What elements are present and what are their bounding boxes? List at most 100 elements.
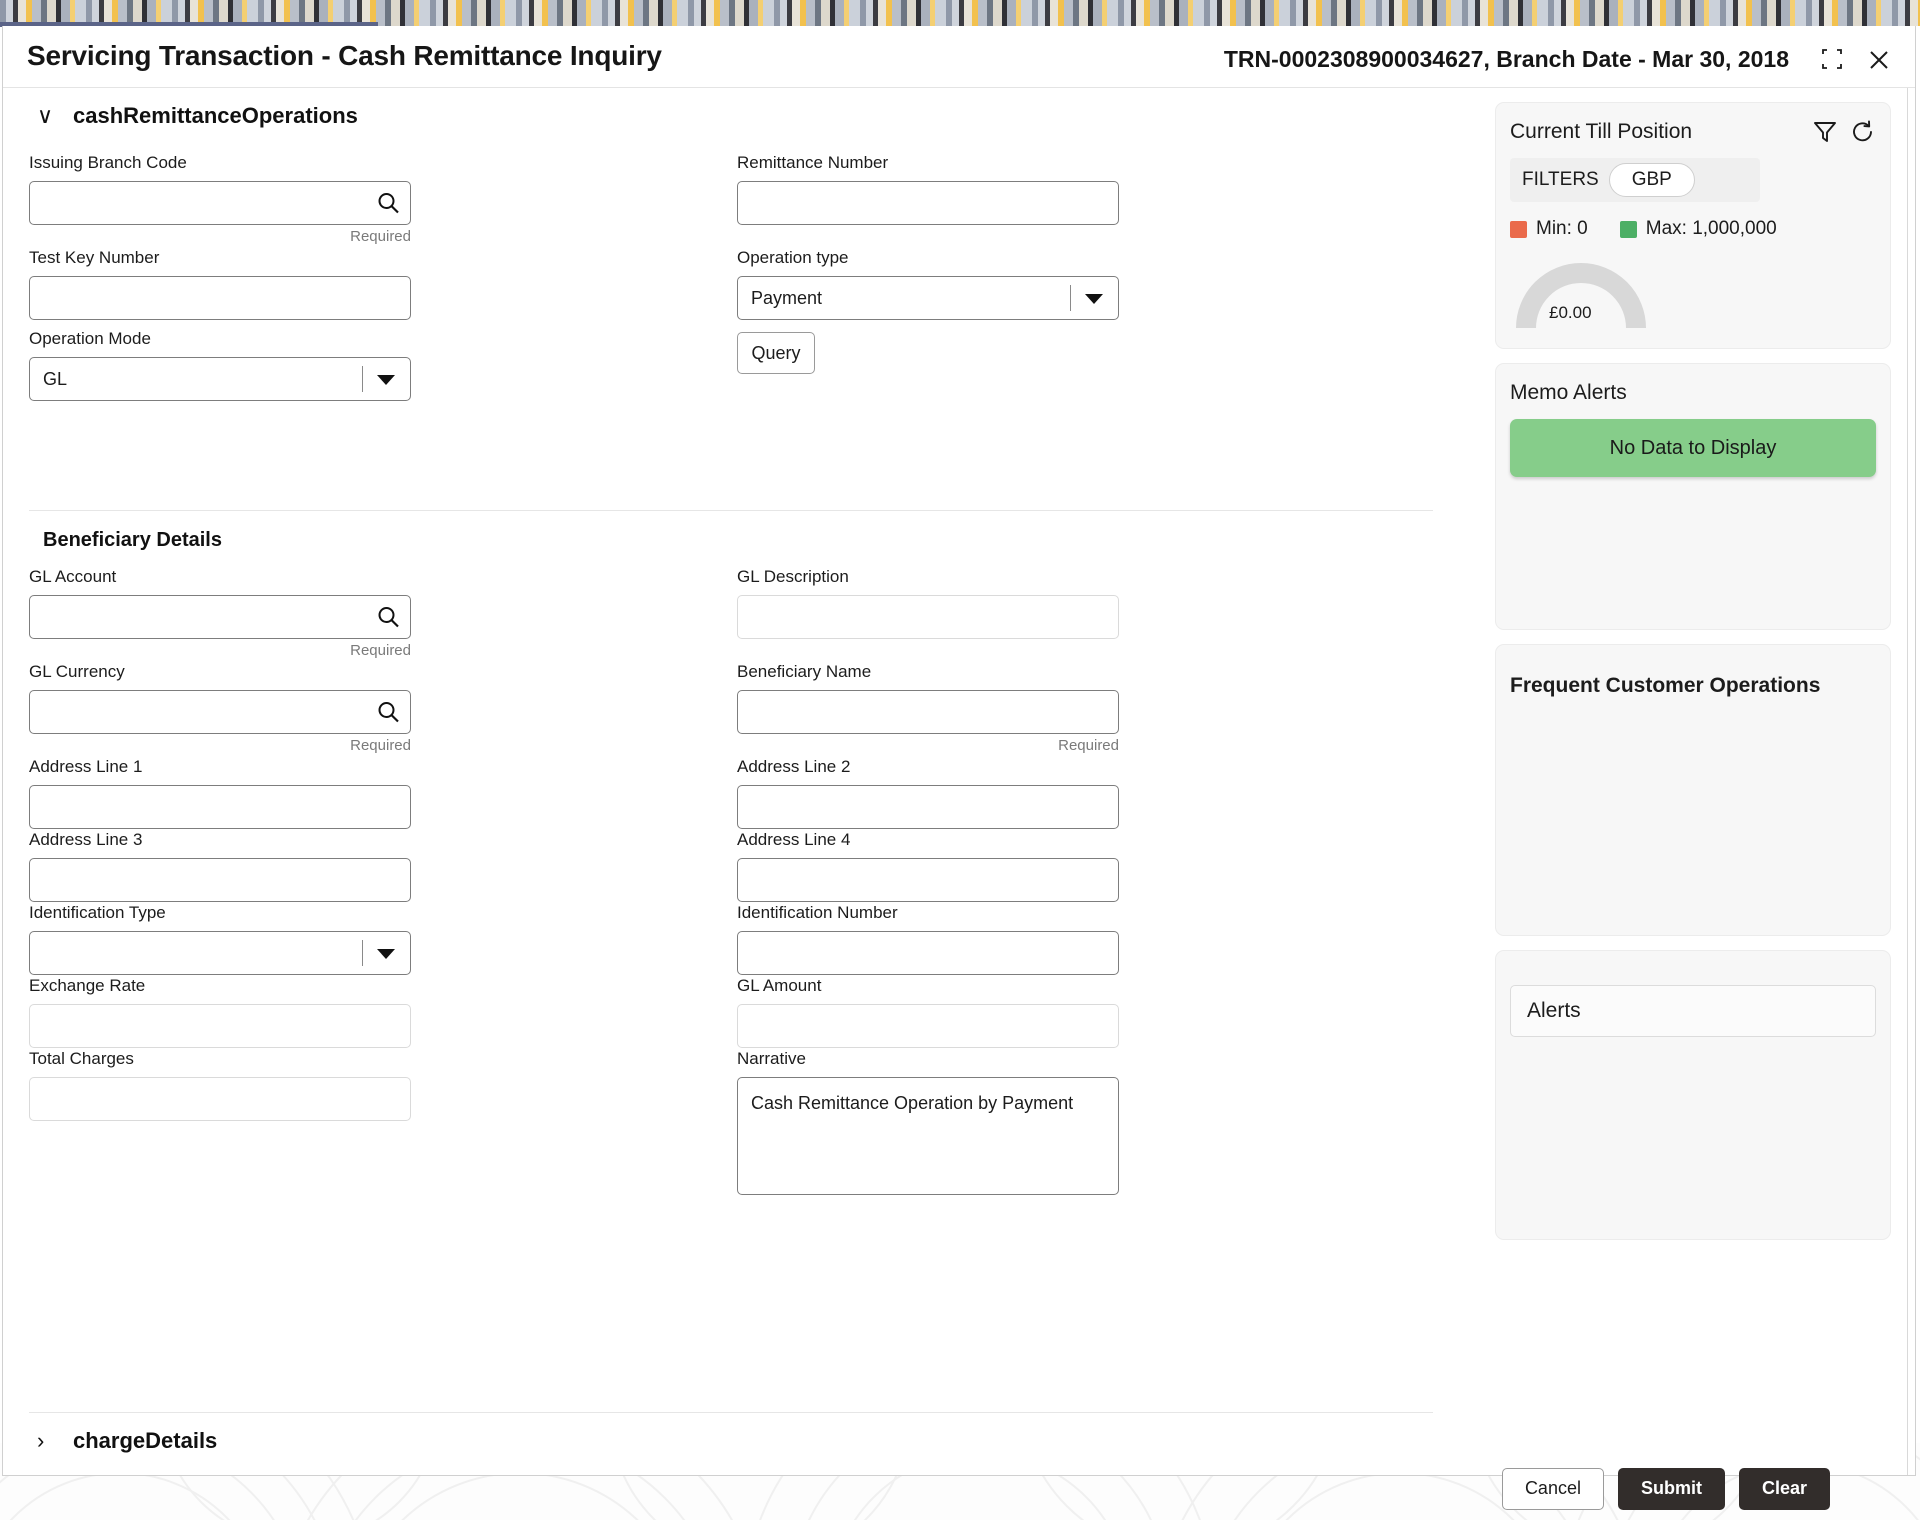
card-memo-alerts: Memo Alerts No Data to Display	[1495, 363, 1891, 630]
narrative-textarea[interactable]	[737, 1077, 1119, 1195]
accordion-title-charge-details: chargeDetails	[73, 1428, 218, 1453]
alerts-field[interactable]: Alerts	[1510, 985, 1876, 1037]
operation-mode-value: GL	[43, 368, 68, 389]
label-test-key-number: Test Key Number	[29, 248, 160, 267]
field-operation-mode: Operation Mode GL	[29, 328, 411, 401]
field-test-key-number: Test Key Number	[29, 247, 411, 320]
gl-description-input[interactable]	[737, 595, 1119, 639]
address-line-3-input[interactable]	[29, 858, 411, 902]
memo-alerts-empty-state[interactable]: No Data to Display	[1510, 419, 1876, 477]
card-alerts: Alerts	[1495, 950, 1891, 1240]
window-body: ∨ cashRemittanceOperations Issuing Branc…	[3, 88, 1915, 1475]
card-frequent-customer-operations: Frequent Customer Operations	[1495, 644, 1891, 936]
accordion-cash-remittance-operations[interactable]: ∨ cashRemittanceOperations	[3, 88, 1471, 144]
field-gl-currency: GL Currency Required	[29, 661, 411, 756]
accordion-title-cash-remittance: cashRemittanceOperations	[73, 103, 358, 128]
till-gauge: £0.00	[1516, 256, 1646, 334]
top-form-grid: Issuing Branch Code Required Test Key Nu…	[3, 144, 1471, 504]
gl-account-input[interactable]	[29, 595, 411, 639]
right-rail: Current Till Position FILTERS GBP Min: 0…	[1471, 88, 1915, 1475]
field-identification-number: Identification Number	[737, 902, 1119, 975]
label-gl-description: GL Description	[737, 567, 849, 586]
chevron-down-icon[interactable]	[377, 949, 395, 959]
field-operation-type: Operation type Payment	[737, 247, 1119, 320]
field-identification-type: Identification Type	[29, 902, 411, 975]
address-line-1-input[interactable]	[29, 785, 411, 829]
operation-type-select[interactable]: Payment	[737, 276, 1119, 320]
label-operation-type: Operation type	[737, 248, 849, 267]
card-current-till-position: Current Till Position FILTERS GBP Min: 0…	[1495, 102, 1891, 349]
submit-button[interactable]: Submit	[1617, 1467, 1725, 1510]
cancel-button[interactable]: Cancel	[1501, 1467, 1604, 1510]
field-gl-amount: GL Amount	[737, 975, 1119, 1048]
address-line-2-input[interactable]	[737, 785, 1119, 829]
exchange-rate-input[interactable]	[29, 1004, 411, 1048]
operation-type-value: Payment	[751, 287, 823, 308]
label-gl-currency: GL Currency	[29, 662, 125, 681]
till-min-label: Min: 0	[1536, 218, 1588, 239]
helper-issuing-branch-code: Required	[350, 228, 411, 245]
page-title: Servicing Transaction - Cash Remittance …	[27, 40, 662, 71]
field-narrative: Narrative	[737, 1048, 1119, 1195]
label-identification-type: Identification Type	[29, 903, 166, 922]
select-divider	[362, 366, 363, 392]
transaction-info: TRN-0002308900034627, Branch Date - Mar …	[1223, 46, 1789, 72]
identification-type-select[interactable]	[29, 931, 411, 975]
currency-chip-gbp[interactable]: GBP	[1608, 163, 1695, 197]
memo-alerts-title: Memo Alerts	[1510, 381, 1627, 404]
test-key-number-input[interactable]	[29, 276, 411, 320]
label-address-line-4: Address Line 4	[737, 830, 851, 849]
label-gl-amount: GL Amount	[737, 976, 822, 995]
remittance-number-input[interactable]	[737, 181, 1119, 225]
label-address-line-1: Address Line 1	[29, 757, 143, 776]
field-gl-description: GL Description	[737, 566, 1119, 639]
search-icon[interactable]	[376, 605, 400, 629]
operation-mode-select[interactable]: GL	[29, 357, 411, 401]
chevron-down-icon: ∨	[37, 103, 54, 128]
refresh-icon[interactable]	[1850, 119, 1876, 145]
funnel-filter-icon[interactable]	[1812, 119, 1838, 145]
search-icon[interactable]	[376, 191, 400, 215]
chevron-down-icon[interactable]	[1085, 294, 1103, 304]
close-icon[interactable]	[1867, 48, 1891, 72]
page-scrollbar[interactable]	[1907, 88, 1913, 1475]
search-icon[interactable]	[376, 700, 400, 724]
till-position-title: Current Till Position	[1510, 120, 1693, 143]
label-exchange-rate: Exchange Rate	[29, 976, 146, 995]
label-issuing-branch-code: Issuing Branch Code	[29, 153, 187, 172]
frequent-customer-operations-title: Frequent Customer Operations	[1510, 674, 1821, 697]
address-line-4-input[interactable]	[737, 858, 1119, 902]
min-color-swatch	[1510, 220, 1527, 238]
till-max-label: Max: 1,000,000	[1645, 218, 1777, 239]
beneficiary-name-input[interactable]	[737, 690, 1119, 734]
field-address-line-4: Address Line 4	[737, 829, 1119, 902]
label-total-charges: Total Charges	[29, 1049, 134, 1068]
window-title-bar: Servicing Transaction - Cash Remittance …	[3, 26, 1915, 88]
select-divider	[1070, 285, 1071, 311]
restore-down-icon[interactable]	[1821, 48, 1843, 70]
field-address-line-1: Address Line 1	[29, 756, 411, 829]
application-window: Servicing Transaction - Cash Remittance …	[2, 26, 1916, 1476]
action-bar: Cancel Submit Clear	[0, 1457, 1914, 1520]
beneficiary-form-grid: GL Account Required GL Currency Required…	[3, 566, 1471, 1396]
field-remittance-number: Remittance Number	[737, 152, 1119, 225]
form-scroll-area[interactable]: ∨ cashRemittanceOperations Issuing Branc…	[3, 88, 1471, 1475]
label-narrative: Narrative	[737, 1049, 806, 1068]
field-total-charges: Total Charges	[29, 1048, 411, 1121]
filters-label: FILTERS	[1522, 169, 1599, 190]
gl-amount-input[interactable]	[737, 1004, 1119, 1048]
field-issuing-branch-code: Issuing Branch Code Required	[29, 152, 411, 247]
chevron-down-icon[interactable]	[377, 375, 395, 385]
field-beneficiary-name: Beneficiary Name Required	[737, 661, 1119, 756]
identification-number-input[interactable]	[737, 931, 1119, 975]
total-charges-input[interactable]	[29, 1077, 411, 1121]
clear-button[interactable]: Clear	[1738, 1467, 1830, 1510]
query-button[interactable]: Query	[737, 332, 815, 374]
gl-currency-input[interactable]	[29, 690, 411, 734]
max-color-swatch	[1619, 220, 1637, 238]
beneficiary-details-title: Beneficiary Details	[43, 529, 222, 551]
field-address-line-2: Address Line 2	[737, 756, 1119, 829]
field-address-line-3: Address Line 3	[29, 829, 411, 902]
label-address-line-3: Address Line 3	[29, 830, 143, 849]
issuing-branch-code-input[interactable]	[29, 181, 411, 225]
